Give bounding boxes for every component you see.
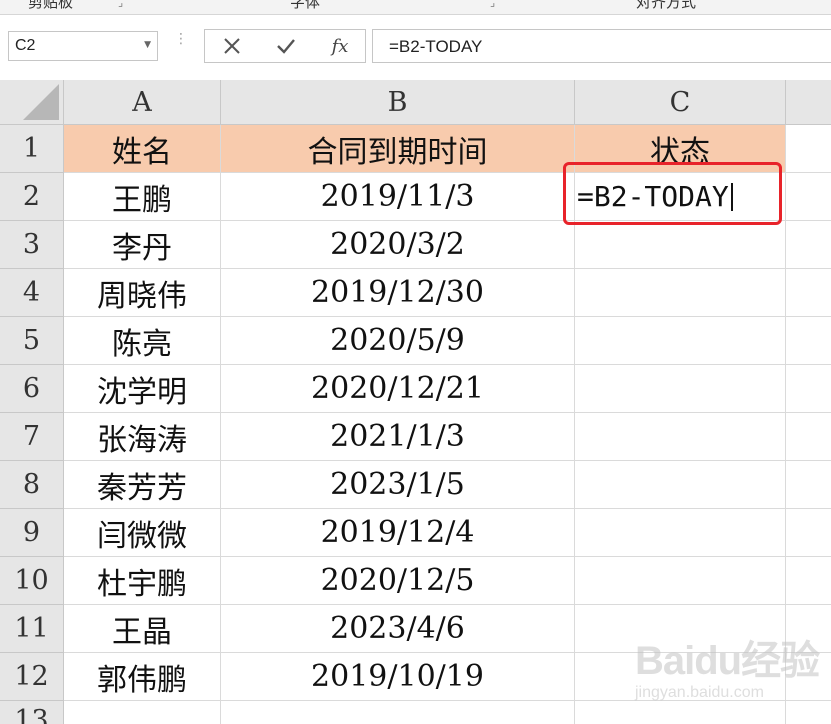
ribbon-group-font: 字体 <box>290 0 321 11</box>
row-header-1[interactable]: 1 <box>0 125 64 173</box>
fx-icon: fx <box>331 35 349 57</box>
cell-c4[interactable] <box>575 269 786 317</box>
cell-a4[interactable]: 周晓伟 <box>64 269 221 317</box>
x-icon <box>224 38 240 54</box>
cell-c2-editing[interactable]: =B2-TODAY <box>575 173 786 221</box>
watermark: Baidu经验 jingyan.baidu.com <box>635 628 825 718</box>
enter-icon[interactable] <box>271 34 301 58</box>
cell-b10[interactable]: 2020/12/5 <box>221 557 575 605</box>
row-header-5[interactable]: 5 <box>0 317 64 365</box>
ribbon-group-clipboard: 剪贴板 <box>28 0 74 11</box>
cell-c2-formula: =B2-TODAY <box>577 180 729 213</box>
watermark-url: jingyan.baidu.com <box>635 684 764 701</box>
cell-d7[interactable] <box>786 413 831 461</box>
cell-d6[interactable] <box>786 365 831 413</box>
cell-c6[interactable] <box>575 365 786 413</box>
cell-b5[interactable]: 2020/5/9 <box>221 317 575 365</box>
cell-b9[interactable]: 2019/12/4 <box>221 509 575 557</box>
font-launcher-icon[interactable]: ⌟ <box>490 0 495 9</box>
row-header-7[interactable]: 7 <box>0 413 64 461</box>
cell-a5[interactable]: 陈亮 <box>64 317 221 365</box>
cell-b3[interactable]: 2020/3/2 <box>221 221 575 269</box>
row-header-12[interactable]: 12 <box>0 653 64 701</box>
cell-a2[interactable]: 王鹏 <box>64 173 221 221</box>
dropdown-arrow-icon[interactable]: ▼ <box>144 40 151 50</box>
row-header-9[interactable]: 9 <box>0 509 64 557</box>
row-header-8[interactable]: 8 <box>0 461 64 509</box>
cell-a8[interactable]: 秦芳芳 <box>64 461 221 509</box>
ribbon-group-alignment: 对齐方式 <box>636 0 697 11</box>
cell-d9[interactable] <box>786 509 831 557</box>
row-header-10[interactable]: 10 <box>0 557 64 605</box>
cell-a13[interactable] <box>64 701 221 724</box>
cell-b7[interactable]: 2021/1/3 <box>221 413 575 461</box>
row-header-2[interactable]: 2 <box>0 173 64 221</box>
cell-a6[interactable]: 沈学明 <box>64 365 221 413</box>
name-box-value: C2 <box>15 37 36 54</box>
row-header-4[interactable]: 4 <box>0 269 64 317</box>
cell-b12[interactable]: 2019/10/19 <box>221 653 575 701</box>
cell-c7[interactable] <box>575 413 786 461</box>
row-13-label: 13 <box>14 705 49 724</box>
select-all-corner[interactable] <box>0 80 64 125</box>
ribbon-group-labels: 剪贴板 ⌟ 字体 ⌟ 对齐方式 <box>0 0 831 15</box>
cell-d1[interactable] <box>786 125 831 173</box>
formula-bar-grip-icon[interactable]: ⋮ <box>174 32 188 57</box>
cell-d10[interactable] <box>786 557 831 605</box>
cell-b8[interactable]: 2023/1/5 <box>221 461 575 509</box>
cell-a11[interactable]: 王晶 <box>64 605 221 653</box>
select-all-triangle-icon <box>23 84 59 120</box>
cell-a9[interactable]: 闫微微 <box>64 509 221 557</box>
row-header-13[interactable]: 13 <box>0 701 64 724</box>
row-header-11[interactable]: 11 <box>0 605 64 653</box>
clipboard-launcher-icon[interactable]: ⌟ <box>118 0 123 9</box>
column-header-b[interactable]: B <box>221 80 575 125</box>
cell-a3[interactable]: 李丹 <box>64 221 221 269</box>
cell-a1[interactable]: 姓名 <box>64 125 221 173</box>
formula-bar-row: C2 ▼ ⋮ fx =B2-TODAY <box>0 15 831 80</box>
row-header-6[interactable]: 6 <box>0 365 64 413</box>
cell-c5[interactable] <box>575 317 786 365</box>
check-icon <box>277 39 295 54</box>
cell-a7[interactable]: 张海涛 <box>64 413 221 461</box>
column-header-d[interactable] <box>786 80 831 125</box>
cell-c10[interactable] <box>575 557 786 605</box>
column-header-a[interactable]: A <box>64 80 221 125</box>
row-header-3[interactable]: 3 <box>0 221 64 269</box>
cell-d4[interactable] <box>786 269 831 317</box>
cell-c1[interactable]: 状态 <box>575 125 786 173</box>
cell-b2[interactable]: 2019/11/3 <box>221 173 575 221</box>
cell-c8[interactable] <box>575 461 786 509</box>
text-caret <box>730 182 733 211</box>
formula-buttons: fx <box>204 29 366 63</box>
cell-a10[interactable]: 杜宇鹏 <box>64 557 221 605</box>
cell-b4[interactable]: 2019/12/30 <box>221 269 575 317</box>
cell-b11[interactable]: 2023/4/6 <box>221 605 575 653</box>
cell-d8[interactable] <box>786 461 831 509</box>
watermark-logo-text: Baidu经验 <box>635 639 820 683</box>
cell-c9[interactable] <box>575 509 786 557</box>
cell-b1[interactable]: 合同到期时间 <box>221 125 575 173</box>
insert-function-button[interactable]: fx <box>325 34 355 58</box>
cancel-icon[interactable] <box>217 34 247 58</box>
formula-input[interactable]: =B2-TODAY <box>372 29 831 63</box>
name-box[interactable]: C2 ▼ <box>8 31 158 61</box>
cell-b13[interactable] <box>221 701 575 724</box>
cell-b6[interactable]: 2020/12/21 <box>221 365 575 413</box>
cell-d2[interactable] <box>786 173 831 221</box>
formula-text: =B2-TODAY <box>389 37 483 56</box>
cell-d5[interactable] <box>786 317 831 365</box>
cell-d3[interactable] <box>786 221 831 269</box>
column-header-c[interactable]: C <box>575 80 786 125</box>
cell-c3[interactable] <box>575 221 786 269</box>
cell-a12[interactable]: 郭伟鹏 <box>64 653 221 701</box>
